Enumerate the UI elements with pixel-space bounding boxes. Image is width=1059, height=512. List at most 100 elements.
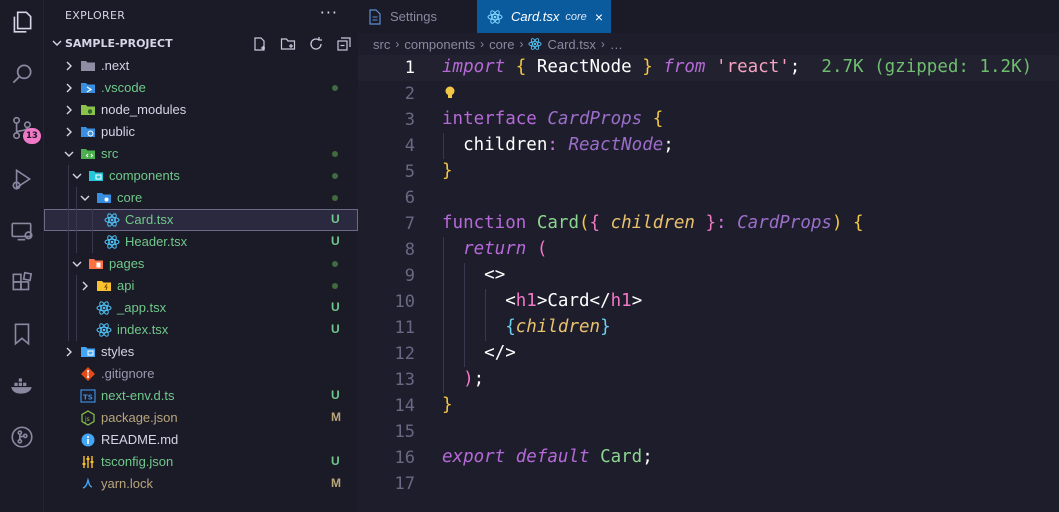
chevron-down-icon	[52, 40, 62, 46]
chevron-right-icon: ›	[480, 37, 485, 51]
tree-item-src[interactable]: src	[44, 143, 358, 165]
nodejs-file-icon: js	[81, 410, 95, 426]
breadcrumb-item[interactable]: …	[610, 37, 623, 52]
tree-item-package-json[interactable]: js package.json M	[44, 407, 358, 429]
chevron-right-icon	[82, 281, 88, 291]
line-number: 5	[404, 162, 415, 182]
tree-item-public[interactable]: public	[44, 121, 358, 143]
extensions-icon[interactable]	[6, 267, 38, 299]
source-control-icon[interactable]: 13	[6, 112, 41, 144]
tree-item-yarn-lock[interactable]: yarn.lock M	[44, 473, 358, 495]
tree-item-styles[interactable]: styles	[44, 341, 358, 363]
node-folder-icon	[81, 105, 95, 115]
tab-settings[interactable]: Settings	[358, 0, 477, 33]
git-status-badge: U	[331, 212, 340, 226]
code-line: 13 );	[358, 367, 1059, 393]
tree-item-vscode[interactable]: .vscode	[44, 77, 358, 99]
vscode-folder-icon	[81, 83, 95, 93]
lightbulb-icon[interactable]	[443, 85, 457, 101]
explorer-sidebar: EXPLORER ··· SAMPLE-PROJECT .next .vscod…	[44, 0, 358, 512]
breadcrumb-item[interactable]: src	[373, 37, 390, 52]
source-control-badge: 13	[23, 128, 41, 144]
tree-item-label: core	[117, 190, 143, 205]
explorer-icon[interactable]	[6, 6, 38, 38]
tree-item-label: tsconfig.json	[101, 454, 174, 469]
code-line: 2	[358, 81, 1059, 107]
file-icon	[369, 8, 381, 25]
tree-item-label: Card.tsx	[125, 212, 174, 227]
refresh-icon[interactable]	[305, 35, 327, 53]
tab-description: core	[565, 10, 587, 23]
new-folder-icon[interactable]	[277, 35, 299, 53]
explorer-title: EXPLORER	[65, 9, 126, 22]
import-cost: 2.7K (gzipped: 1.2K)	[821, 57, 1033, 77]
breadcrumb: src › components › core › Card.tsx › …	[358, 33, 1059, 55]
code-text: interface CardProps {	[442, 109, 664, 129]
tree-item-readme[interactable]: README.md	[44, 429, 358, 451]
more-actions-icon[interactable]: ···	[320, 3, 338, 22]
tree-item-pages[interactable]: pages	[44, 253, 358, 275]
tree-item-label: styles	[101, 344, 135, 359]
line-number: 17	[394, 474, 415, 494]
search-icon[interactable]	[6, 58, 38, 90]
gitlens-icon[interactable]	[6, 421, 38, 453]
tab-card-tsx[interactable]: Card.tsx core ×	[477, 0, 611, 33]
tree-item-api[interactable]: api	[44, 275, 358, 297]
code-line: 7 function Card({ children }: CardProps)…	[358, 211, 1059, 237]
git-status-badge: U	[331, 300, 340, 314]
tree-item-next[interactable]: .next	[44, 55, 358, 77]
line-number: 8	[404, 240, 415, 260]
line-number: 9	[404, 266, 415, 286]
bookmarks-icon[interactable]	[6, 318, 38, 350]
tree-item-label: yarn.lock	[101, 476, 154, 491]
close-icon[interactable]: ×	[595, 9, 603, 25]
breadcrumb-item[interactable]: Card.tsx	[547, 37, 595, 52]
tree-item-label: components	[109, 168, 180, 183]
styles-folder-icon	[81, 347, 95, 357]
tree-item-node-modules[interactable]: node_modules	[44, 99, 358, 121]
tree-item-components[interactable]: components	[44, 165, 358, 187]
run-debug-icon[interactable]	[6, 163, 38, 195]
remote-explorer-icon[interactable]	[6, 215, 38, 247]
breadcrumb-item[interactable]: components	[404, 37, 475, 52]
collapse-all-icon[interactable]	[333, 35, 355, 53]
project-header[interactable]: SAMPLE-PROJECT	[44, 33, 358, 55]
chevron-down-icon	[64, 151, 74, 157]
tree-item-gitignore[interactable]: .gitignore	[44, 363, 358, 385]
tree-item-app-tsx[interactable]: _app.tsx U	[44, 297, 358, 319]
docker-icon[interactable]	[6, 370, 38, 402]
tree-item-index-tsx[interactable]: index.tsx U	[44, 319, 358, 341]
tree-item-label: .vscode	[101, 80, 146, 95]
svg-text:js: js	[84, 416, 90, 423]
typescript-def-icon: TS	[80, 389, 96, 403]
tune-file-icon	[82, 456, 94, 468]
code-line: 8 return (	[358, 237, 1059, 263]
code-text: }	[442, 395, 453, 415]
tab-label: Settings	[390, 9, 437, 24]
tree-item-header-tsx[interactable]: Header.tsx U	[44, 231, 358, 253]
react-file-icon	[487, 9, 503, 24]
line-number: 13	[394, 370, 415, 390]
src-folder-icon	[81, 149, 95, 159]
chevron-right-icon	[66, 61, 72, 71]
line-number: 10	[394, 292, 415, 312]
code-text: <>	[484, 265, 506, 285]
components-folder-icon	[89, 171, 103, 181]
modified-dot	[332, 85, 338, 91]
code-text: export default Card;	[442, 447, 653, 467]
tree-item-card-tsx[interactable]: Card.tsx U	[44, 209, 358, 231]
code-text: children: ReactNode;	[463, 135, 674, 155]
new-file-icon[interactable]	[249, 35, 271, 53]
code-editor[interactable]: 1 import { ReactNode } from 'react'; 2.7…	[358, 55, 1059, 512]
tree-item-next-env[interactable]: TS next-env.d.ts U	[44, 385, 358, 407]
tree-item-core[interactable]: core	[44, 187, 358, 209]
file-tree: .next .vscode node_modules public src co…	[44, 55, 358, 495]
tree-item-tsconfig[interactable]: tsconfig.json U	[44, 451, 358, 473]
react-file-icon	[96, 301, 112, 315]
breadcrumb-item[interactable]: core	[489, 37, 514, 52]
modified-dot	[332, 261, 338, 267]
tree-item-label: Header.tsx	[125, 234, 188, 249]
chevron-right-icon	[66, 83, 72, 93]
line-number: 2	[404, 84, 415, 104]
editor-tabs: Settings Card.tsx core ×	[358, 0, 1059, 33]
